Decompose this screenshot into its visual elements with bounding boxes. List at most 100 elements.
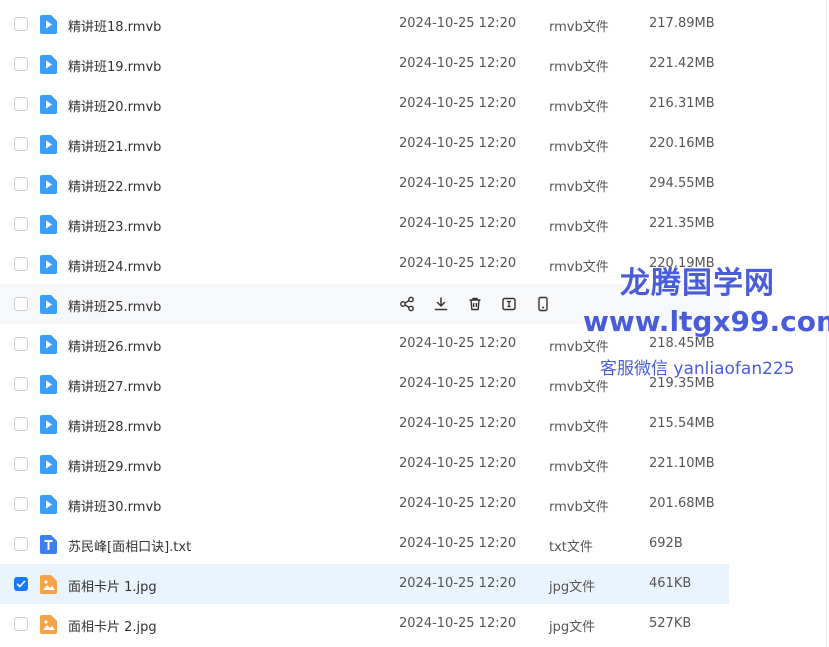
file-date: 2024-10-25 12:20	[399, 256, 517, 271]
file-name[interactable]: 精讲班27.rmvb	[68, 376, 161, 395]
file-name[interactable]: 苏民峰[面相口诀].txt	[68, 536, 191, 555]
file-date: 2024-10-25 12:20	[399, 336, 517, 351]
file-row[interactable]: 精讲班18.rmvb 2024-10-25 12:20 rmvb文件 217.89MB	[0, 4, 729, 44]
file-name[interactable]: 精讲班30.rmvb	[68, 496, 161, 515]
file-type: rmvb文件	[549, 420, 609, 435]
file-size: 220.19MB	[649, 256, 715, 271]
file-size: 218.45MB	[649, 336, 715, 351]
file-row[interactable]: 精讲班25.rmvb	[0, 284, 729, 324]
file-type: jpg文件	[549, 620, 596, 635]
file-row[interactable]: 苏民峰[面相口诀].txt 2024-10-25 12:20 txt文件 692B	[0, 524, 729, 564]
file-name[interactable]: 精讲班25.rmvb	[68, 296, 161, 315]
file-row[interactable]: 精讲班22.rmvb 2024-10-25 12:20 rmvb文件 294.55MB	[0, 164, 729, 204]
file-size: 294.55MB	[649, 176, 715, 191]
file-size: 692B	[649, 536, 683, 551]
file-row[interactable]: 精讲班23.rmvb 2024-10-25 12:20 rmvb文件 221.35MB	[0, 204, 729, 244]
file-type: jpg文件	[549, 580, 596, 595]
file-type: rmvb文件	[549, 100, 609, 115]
row-checkbox[interactable]	[14, 577, 28, 591]
file-date: 2024-10-25 12:20	[399, 496, 517, 511]
file-size: 221.10MB	[649, 456, 715, 471]
file-size: 219.35MB	[649, 376, 715, 391]
file-row[interactable]: 精讲班27.rmvb 2024-10-25 12:20 rmvb文件 219.35MB	[0, 364, 729, 404]
file-date: 2024-10-25 12:20	[399, 216, 517, 231]
file-row[interactable]: 面相卡片 2.jpg 2024-10-25 12:20 jpg文件 527KB	[0, 604, 729, 644]
file-name[interactable]: 精讲班21.rmvb	[68, 136, 161, 155]
row-checkbox[interactable]	[14, 497, 28, 511]
file-type: rmvb文件	[549, 180, 609, 195]
file-date: 2024-10-25 12:20	[399, 136, 517, 151]
file-row[interactable]: 精讲班28.rmvb 2024-10-25 12:20 rmvb文件 215.54MB	[0, 404, 729, 444]
file-type: rmvb文件	[549, 500, 609, 515]
file-date: 2024-10-25 12:20	[399, 456, 517, 471]
file-type: rmvb文件	[549, 60, 609, 75]
file-size: 220.16MB	[649, 136, 715, 151]
file-type: rmvb文件	[549, 460, 609, 475]
file-date: 2024-10-25 12:20	[399, 376, 517, 391]
file-type: rmvb文件	[549, 380, 609, 395]
file-name[interactable]: 精讲班28.rmvb	[68, 416, 161, 435]
row-checkbox[interactable]	[14, 297, 28, 311]
file-size: 215.54MB	[649, 416, 715, 431]
row-checkbox[interactable]	[14, 337, 28, 351]
rename-icon[interactable]	[500, 295, 518, 313]
row-checkbox[interactable]	[14, 417, 28, 431]
phone-icon[interactable]	[534, 295, 552, 313]
file-name[interactable]: 面相卡片 2.jpg	[68, 616, 157, 635]
row-checkbox[interactable]	[14, 17, 28, 31]
file-size: 221.35MB	[649, 216, 715, 231]
file-date: 2024-10-25 12:20	[399, 176, 517, 191]
file-size: 217.89MB	[649, 16, 715, 31]
row-checkbox[interactable]	[14, 377, 28, 391]
file-name[interactable]: 精讲班20.rmvb	[68, 96, 161, 115]
row-checkbox[interactable]	[14, 97, 28, 111]
file-size: 221.42MB	[649, 56, 715, 71]
file-date: 2024-10-25 12:20	[399, 56, 517, 71]
file-date: 2024-10-25 12:20	[399, 536, 517, 551]
row-checkbox[interactable]	[14, 137, 28, 151]
file-type: rmvb文件	[549, 20, 609, 35]
file-name[interactable]: 精讲班23.rmvb	[68, 216, 161, 235]
share-icon[interactable]	[398, 295, 416, 313]
file-date: 2024-10-25 12:20	[399, 576, 517, 591]
file-size: 461KB	[649, 576, 692, 591]
file-name[interactable]: 精讲班22.rmvb	[68, 176, 161, 195]
file-type: rmvb文件	[549, 260, 609, 275]
file-row[interactable]: 精讲班20.rmvb 2024-10-25 12:20 rmvb文件 216.31MB	[0, 84, 729, 124]
row-checkbox[interactable]	[14, 457, 28, 471]
file-row[interactable]: 精讲班21.rmvb 2024-10-25 12:20 rmvb文件 220.16MB	[0, 124, 729, 164]
row-checkbox[interactable]	[14, 617, 28, 631]
row-checkbox[interactable]	[14, 537, 28, 551]
file-type: rmvb文件	[549, 140, 609, 155]
row-checkbox[interactable]	[14, 257, 28, 271]
file-row[interactable]: 精讲班30.rmvb 2024-10-25 12:20 rmvb文件 201.68MB	[0, 484, 729, 524]
file-row[interactable]: 面相卡片 1.jpg 2024-10-25 12:20 jpg文件 461KB	[0, 564, 729, 604]
file-name[interactable]: 面相卡片 1.jpg	[68, 576, 157, 595]
row-actions	[398, 295, 552, 313]
file-date: 2024-10-25 12:20	[399, 96, 517, 111]
file-type: rmvb文件	[549, 220, 609, 235]
file-row[interactable]: 精讲班29.rmvb 2024-10-25 12:20 rmvb文件 221.10MB	[0, 444, 729, 484]
delete-icon[interactable]	[466, 295, 484, 313]
row-checkbox[interactable]	[14, 177, 28, 191]
file-date: 2024-10-25 12:20	[399, 16, 517, 31]
file-size: 216.31MB	[649, 96, 715, 111]
file-name[interactable]: 精讲班29.rmvb	[68, 456, 161, 475]
file-row[interactable]: 精讲班26.rmvb 2024-10-25 12:20 rmvb文件 218.45MB	[0, 324, 729, 364]
row-checkbox[interactable]	[14, 57, 28, 71]
file-name[interactable]: 精讲班18.rmvb	[68, 16, 161, 35]
file-date: 2024-10-25 12:20	[399, 616, 517, 631]
file-name[interactable]: 精讲班26.rmvb	[68, 336, 161, 355]
file-list: 精讲班18.rmvb 2024-10-25 12:20 rmvb文件 217.89MB…	[0, 4, 829, 644]
file-type: rmvb文件	[549, 340, 609, 355]
file-row[interactable]: 精讲班24.rmvb 2024-10-25 12:20 rmvb文件 220.19MB	[0, 244, 729, 284]
file-row[interactable]: 精讲班19.rmvb 2024-10-25 12:20 rmvb文件 221.42MB	[0, 44, 729, 84]
file-date: 2024-10-25 12:20	[399, 416, 517, 431]
file-size: 527KB	[649, 616, 692, 631]
row-checkbox[interactable]	[14, 217, 28, 231]
file-name[interactable]: 精讲班19.rmvb	[68, 56, 161, 75]
file-name[interactable]: 精讲班24.rmvb	[68, 256, 161, 275]
divider	[826, 0, 827, 647]
file-size: 201.68MB	[649, 496, 715, 511]
download-icon[interactable]	[432, 295, 450, 313]
